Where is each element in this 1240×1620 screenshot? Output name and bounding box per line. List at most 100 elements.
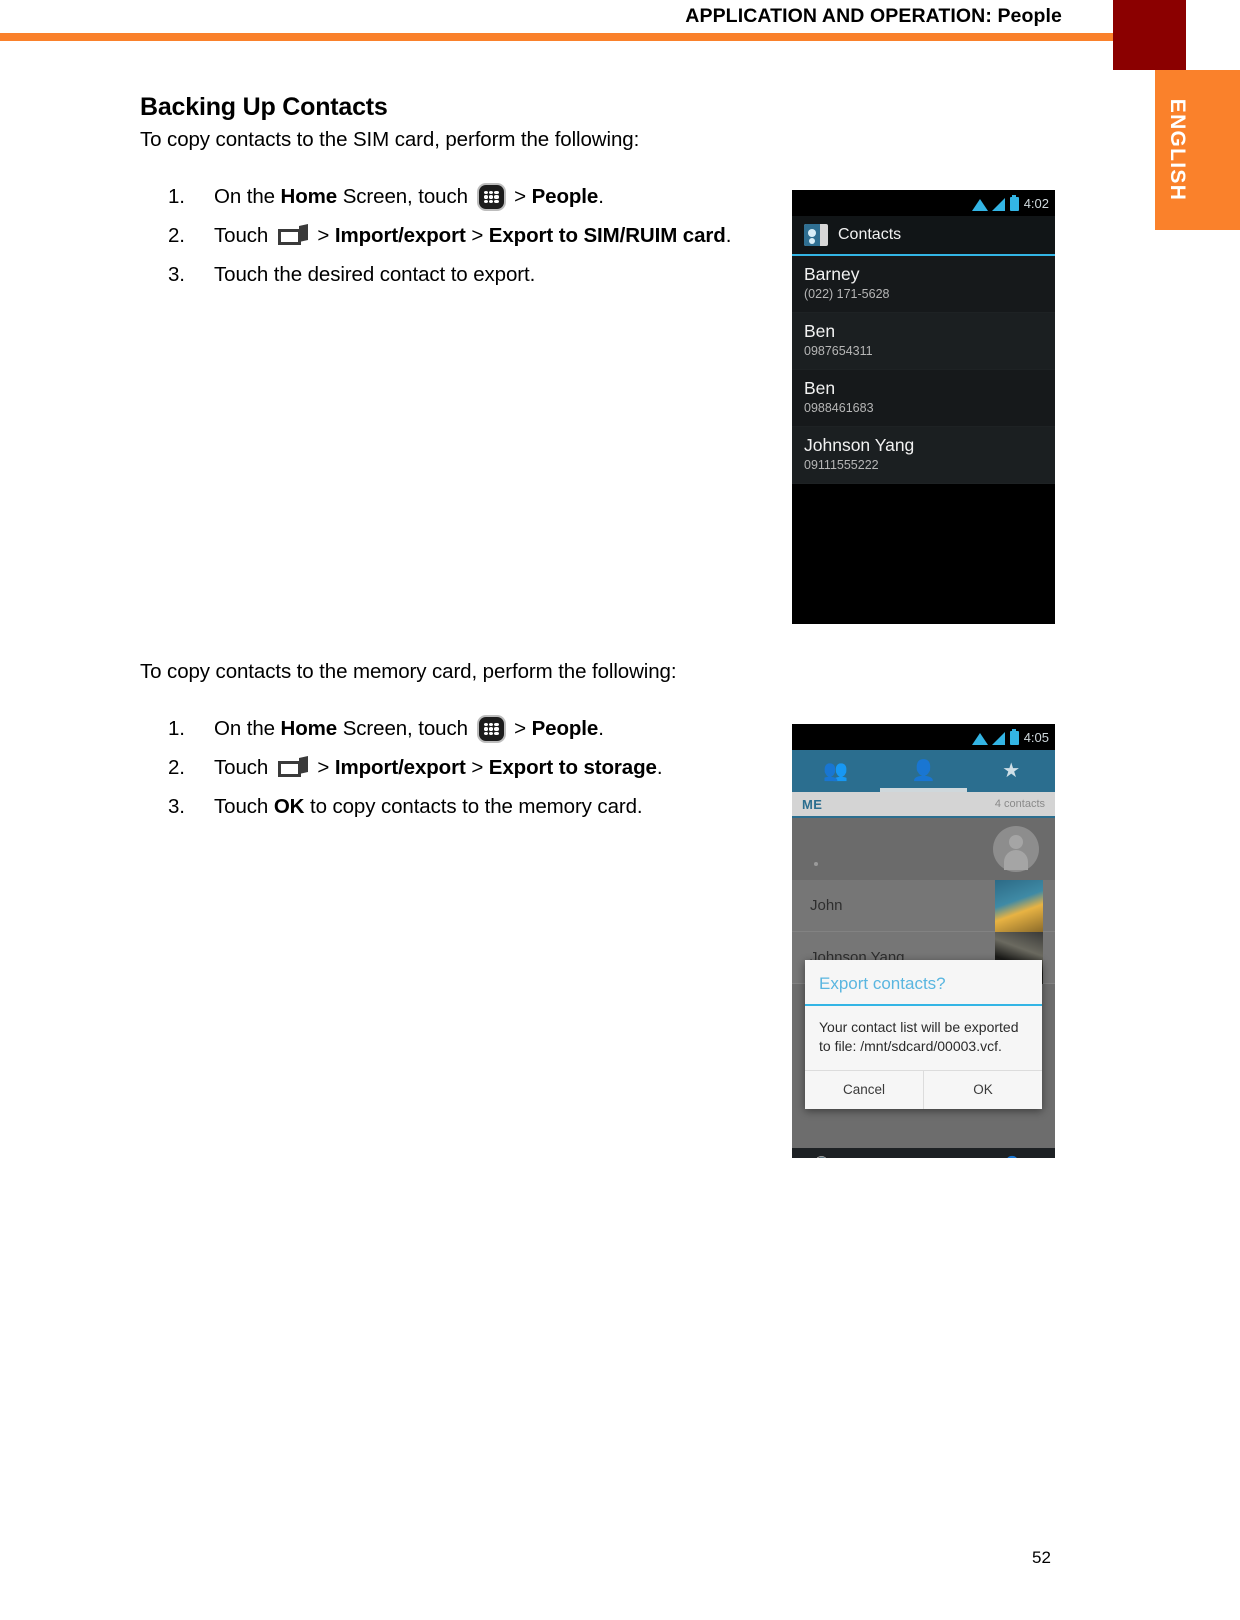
contacts-app-icon (804, 224, 828, 246)
contact-phone: 09111555222 (804, 458, 879, 472)
recent-apps-icon (277, 756, 308, 779)
step-text-pre: On the (214, 185, 281, 208)
section-heading: Backing Up Contacts (140, 92, 388, 121)
step-text: Touch OK to copy contacts to the memory … (214, 792, 788, 822)
list-item[interactable]: John (792, 880, 1055, 932)
list-item: 1. On the Home Screen, touch > People. (168, 182, 788, 212)
list-item: 3. Touch OK to copy contacts to the memo… (168, 792, 788, 822)
status-bar: 4:05 (792, 724, 1055, 750)
contact-name: Ben (804, 378, 836, 398)
avatar (993, 826, 1039, 872)
storage-steps-list: 1. On the Home Screen, touch > People. 2… (168, 714, 788, 831)
contact-phone: (022) 171-5628 (804, 287, 890, 301)
step-number: 1. (168, 717, 185, 740)
people-list-body: John Johnson Yang Export contacts? Your … (792, 818, 1055, 1148)
step-bold-people: People (531, 185, 599, 208)
tab-groups[interactable]: 👥 (792, 750, 880, 792)
me-label: ME (802, 796, 823, 812)
step-bold-importexport: Import/export (334, 224, 466, 247)
step-text-pre: Touch (214, 795, 274, 818)
step-bold-importexport: Import/export (334, 756, 466, 779)
step-text-sep2: > (465, 756, 489, 779)
dialog-message: Your contact list will be exported to fi… (819, 1019, 1019, 1054)
status-icon-group (971, 195, 1019, 211)
step-text-mid: Screen, touch (337, 185, 474, 208)
table-row[interactable]: Barney (022) 171-5628 (792, 256, 1055, 313)
battery-icon (1009, 729, 1019, 745)
step-text: Touch the desired contact to export. (214, 263, 536, 286)
contact-name: John (810, 897, 843, 914)
contact-phone: 0988461683 (804, 401, 874, 415)
step-text-sep: > (508, 717, 532, 740)
apps-grid-icon (477, 185, 506, 209)
status-clock: 4:05 (1023, 729, 1049, 745)
language-tab-label: ENGLISH (1166, 98, 1189, 202)
step-text-post: to copy contacts to the memory card. (304, 795, 643, 818)
step-text-sep1: > (311, 756, 335, 779)
step-text-pre: Touch (214, 224, 274, 247)
wifi-icon (971, 198, 988, 211)
step-bold-ok: OK (273, 795, 305, 818)
status-icon-group (971, 729, 1019, 745)
step-text-mid: Screen, touch (337, 717, 474, 740)
contact-phone: 0987654311 (804, 344, 873, 358)
table-row[interactable]: Ben 0987654311 (792, 313, 1055, 370)
step-text: Touch > Import/export > Export to SIM/RU… (214, 221, 788, 251)
me-placeholder-dot (814, 862, 818, 866)
tab-favorites[interactable]: ★ (967, 750, 1055, 792)
page-number: 52 (1032, 1548, 1051, 1567)
step-text-pre: Touch (214, 756, 274, 779)
signal-icon (991, 198, 1006, 211)
add-contact-icon[interactable]: 👤+ (1002, 1156, 1033, 1158)
table-row[interactable]: Ben 0988461683 (792, 370, 1055, 427)
export-contacts-dialog: Export contacts? Your contact list will … (805, 960, 1042, 1109)
contacts-action-bar: Contacts (792, 216, 1055, 256)
language-tab-edge (1200, 70, 1240, 230)
cancel-button[interactable]: Cancel (805, 1071, 923, 1109)
person-icon: 👤 (911, 760, 936, 782)
me-profile-card[interactable] (792, 818, 1055, 880)
step-bold-export-storage: Export to storage (488, 756, 657, 779)
dialog-title: Export contacts? (805, 960, 1042, 1006)
contact-name: Barney (804, 264, 860, 284)
contacts-app-title: Contacts (838, 226, 902, 243)
tab-contacts[interactable]: 👤 (880, 750, 968, 792)
people-tab-bar: 👥 👤 ★ (792, 750, 1055, 792)
storage-intro-text: To copy contacts to the memory card, per… (140, 660, 677, 683)
step-text: On the Home Screen, touch > People. (214, 714, 788, 744)
signal-icon (991, 732, 1006, 745)
step-bold-home: Home (280, 717, 338, 740)
step-text: Touch > Import/export > Export to storag… (214, 753, 788, 783)
contact-name: Johnson Yang (804, 435, 915, 455)
step-number: 1. (168, 185, 185, 208)
people-bottom-bar: 🔍 👤+ (792, 1148, 1055, 1158)
step-text-post: . (656, 756, 663, 779)
step-text-post: . (598, 717, 604, 740)
list-item: 1. On the Home Screen, touch > People. (168, 714, 788, 744)
table-row[interactable]: Johnson Yang 09111555222 (792, 427, 1055, 484)
list-item: 2. Touch > Import/export > Export to sto… (168, 753, 788, 783)
language-tab: ENGLISH (1155, 70, 1200, 230)
step-text-post: . (725, 224, 732, 247)
step-text: On the Home Screen, touch > People. (214, 182, 788, 212)
status-clock: 4:02 (1023, 195, 1049, 211)
step-number: 3. (168, 263, 185, 286)
step-number: 2. (168, 224, 185, 247)
step-number: 2. (168, 756, 185, 779)
sim-intro-text: To copy contacts to the SIM card, perfor… (140, 128, 640, 151)
step-text-post: . (598, 185, 604, 208)
search-icon[interactable]: 🔍 (814, 1156, 835, 1158)
contact-count: 4 contacts (994, 798, 1045, 810)
dialog-button-row: Cancel OK (805, 1070, 1042, 1109)
status-bar: 4:02 (792, 190, 1055, 216)
ok-button[interactable]: OK (923, 1071, 1042, 1109)
step-bold-export-sim: Export to SIM/RUIM card (488, 224, 726, 247)
phone-screenshot-contacts: 4:02 Contacts Barney (022) 171-5628 Ben … (792, 190, 1055, 624)
groups-icon: 👥 (823, 760, 849, 782)
step-text-sep2: > (465, 224, 489, 247)
step-number: 3. (168, 795, 185, 818)
star-icon: ★ (1002, 760, 1021, 782)
list-item: 2. Touch > Import/export > Export to SIM… (168, 221, 788, 251)
wifi-icon (971, 732, 988, 745)
step-bold-home: Home (280, 185, 338, 208)
